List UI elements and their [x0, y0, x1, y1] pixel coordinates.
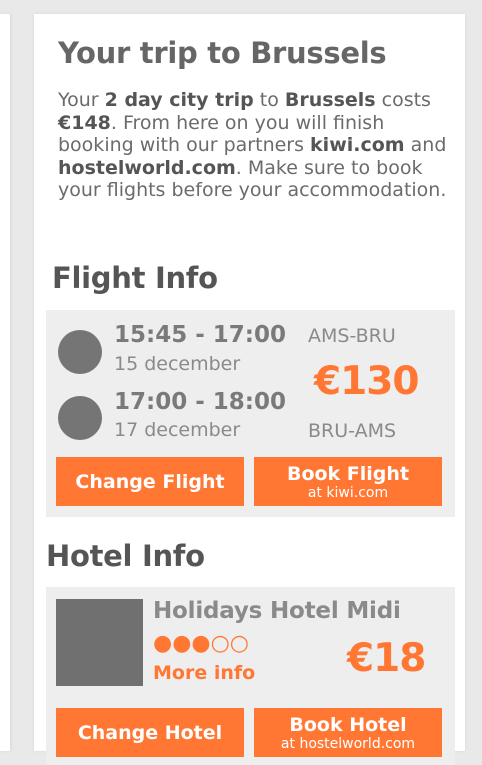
hotel-info-title: Hotel Info	[46, 539, 205, 573]
flight-info-panel: 15:45 - 17:00 15 december AMS-BRU €130 1…	[46, 310, 455, 517]
hotel-price: €18	[347, 636, 426, 681]
hotel-rating-icon: ●●●○○	[153, 631, 249, 656]
book-flight-label: Book Flight	[286, 462, 410, 485]
book-hotel-label: Book Hotel	[289, 713, 407, 736]
change-hotel-button[interactable]: Change Hotel	[56, 708, 244, 757]
desc-text: and	[404, 134, 447, 156]
trip-city: Brussels	[284, 89, 376, 111]
outbound-route: AMS-BRU	[308, 325, 396, 347]
return-route: BRU-AMS	[308, 420, 397, 442]
more-info-link[interactable]: More info	[153, 662, 255, 684]
desc-text: to	[253, 89, 285, 111]
trip-summary-card: Your trip to Brussels Your 2 day city tr…	[34, 14, 465, 765]
trip-cost: €148	[58, 111, 111, 134]
flight-price: €130	[314, 359, 420, 404]
hotel-info-panel: Holidays Hotel Midi ●●●○○ More info €18 …	[46, 587, 455, 765]
hotel-name: Holidays Hotel Midi	[153, 598, 401, 624]
book-hotel-partner: at hostelworld.com	[280, 735, 416, 752]
return-flight-icon	[58, 396, 102, 440]
left-side-panel	[0, 14, 10, 751]
outbound-date: 15 december	[114, 353, 241, 375]
trip-title: Your trip to Brussels	[58, 36, 387, 70]
desc-text: costs	[375, 89, 431, 111]
desc-text: Your	[58, 89, 105, 111]
return-time: 17:00 - 18:00	[114, 389, 286, 415]
trip-description: Your 2 day city trip to Brussels costs €…	[58, 89, 450, 202]
book-flight-partner: at kiwi.com	[307, 484, 389, 501]
book-flight-button[interactable]: Book Flight at kiwi.com	[254, 457, 442, 506]
return-date: 17 december	[114, 419, 241, 441]
outbound-flight-icon	[58, 330, 102, 374]
book-hotel-button[interactable]: Book Hotel at hostelworld.com	[254, 708, 442, 757]
partner-hostelworld: hostelworld.com	[58, 156, 236, 179]
partner-kiwi: kiwi.com	[310, 134, 405, 156]
hotel-image	[56, 599, 143, 686]
trip-duration: 2 day city trip	[104, 89, 254, 111]
change-flight-button[interactable]: Change Flight	[56, 457, 244, 506]
flight-info-title: Flight Info	[52, 261, 218, 295]
outbound-time: 15:45 - 17:00	[114, 322, 286, 348]
